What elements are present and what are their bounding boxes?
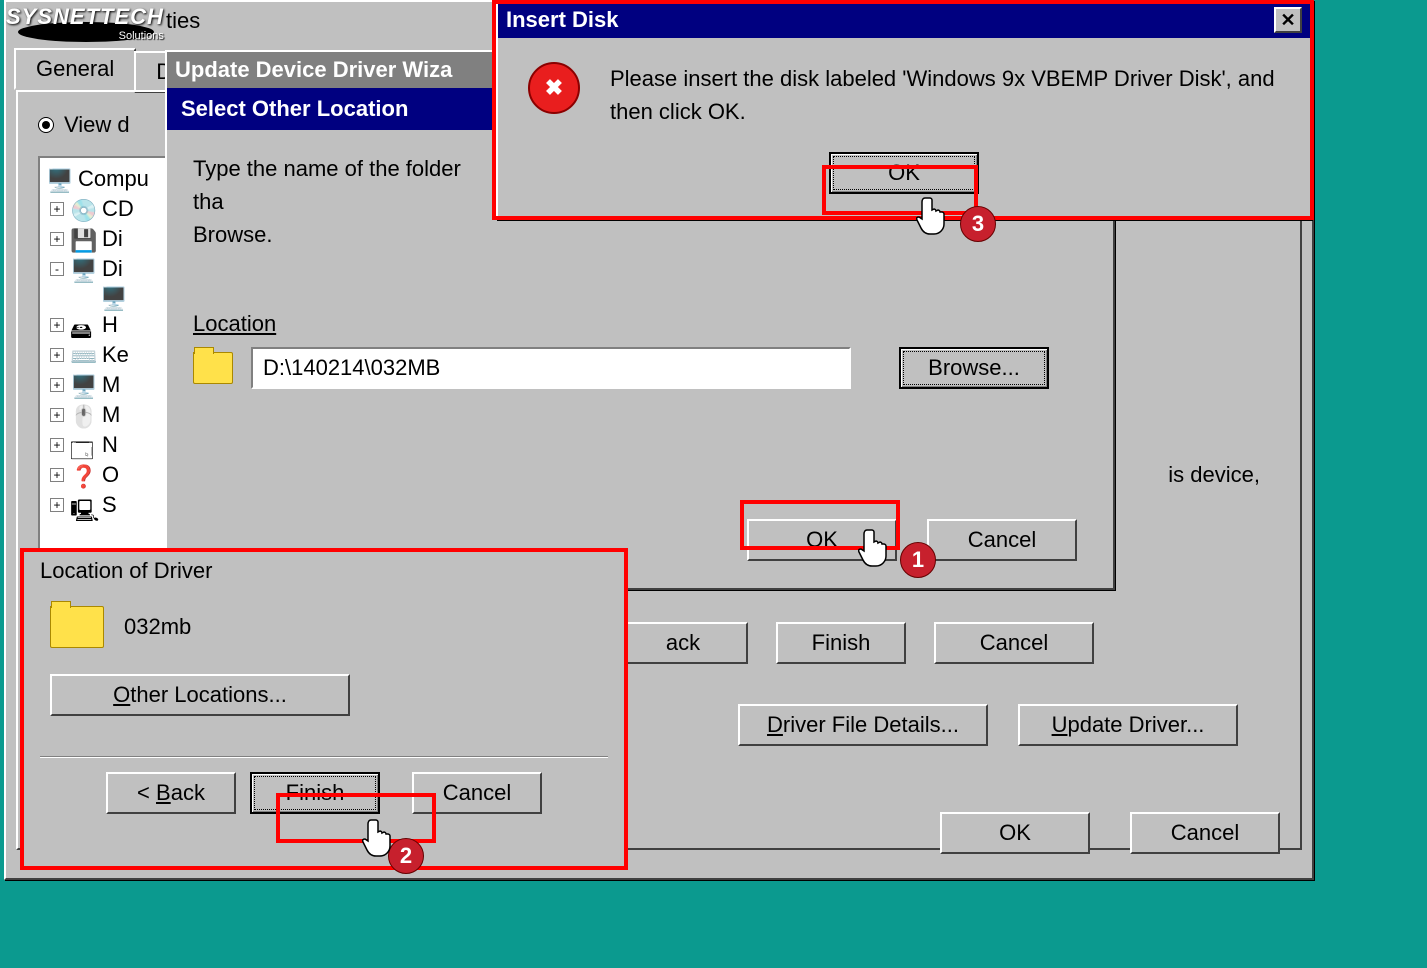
tree-label[interactable]: Ke bbox=[102, 342, 129, 368]
annotation-badge-3: 3 bbox=[960, 206, 996, 242]
insert-disk-ok-button[interactable]: OK bbox=[829, 152, 979, 194]
driver-finish-button[interactable]: Finish bbox=[250, 772, 380, 814]
tree-label[interactable]: N bbox=[102, 432, 118, 458]
display-icon: 🖥️ bbox=[70, 374, 96, 396]
cd-icon: 💿 bbox=[70, 198, 96, 220]
back-button-bg[interactable]: ack bbox=[618, 622, 748, 664]
view-radio[interactable] bbox=[38, 117, 54, 133]
expand-icon[interactable]: + bbox=[50, 378, 64, 392]
tree-label[interactable]: CD bbox=[102, 196, 134, 222]
sys-icon: 🖳 bbox=[70, 494, 96, 516]
device-tree[interactable]: 🖥️Compu +💿CD+💾Di-🖥️Di🖥️+🖴H+⌨️Ke+🖥️M+🖱️M+… bbox=[38, 156, 168, 556]
driver-file-details-button[interactable]: Driver File Details... bbox=[738, 704, 988, 746]
location-label: Location bbox=[193, 311, 276, 336]
driver-location-panel: Location of Driver 032mb Other Locations… bbox=[22, 548, 626, 868]
insert-disk-message: Please insert the disk labeled 'Windows … bbox=[610, 62, 1280, 128]
tree-label[interactable]: M bbox=[102, 372, 120, 398]
driver-folder-name: 032mb bbox=[124, 614, 191, 640]
properties-cancel-button[interactable]: Cancel bbox=[1130, 812, 1280, 854]
hdd-icon: 🖴 bbox=[70, 314, 96, 336]
mouse-icon: 🖱️ bbox=[70, 404, 96, 426]
folder-icon bbox=[50, 606, 104, 648]
expand-icon[interactable]: + bbox=[50, 202, 64, 216]
properties-ok-button[interactable]: OK bbox=[940, 812, 1090, 854]
browse-button[interactable]: Browse... bbox=[899, 347, 1049, 389]
wizard-ok-button[interactable]: OK bbox=[747, 519, 897, 561]
expand-icon[interactable]: + bbox=[50, 408, 64, 422]
location-input[interactable] bbox=[251, 347, 851, 389]
expand-icon[interactable]: + bbox=[50, 348, 64, 362]
expand-icon[interactable]: + bbox=[50, 468, 64, 482]
other-locations-button[interactable]: Other Locations... bbox=[50, 674, 350, 716]
kbd-icon: ⌨️ bbox=[70, 344, 96, 366]
wizard-cancel-button[interactable]: Cancel bbox=[927, 519, 1077, 561]
view-label: View d bbox=[64, 112, 130, 138]
tree-label[interactable]: Di bbox=[102, 256, 123, 282]
error-icon: ✖ bbox=[528, 62, 580, 114]
tree-label[interactable]: M bbox=[102, 402, 120, 428]
net-icon: 🗔 bbox=[70, 434, 96, 456]
driver-back-button[interactable]: < Back bbox=[106, 772, 236, 814]
tab-general[interactable]: General bbox=[14, 48, 136, 90]
driver-location-title: Location of Driver bbox=[40, 558, 608, 584]
tree-label[interactable]: Di bbox=[102, 226, 123, 252]
update-driver-button[interactable]: Update Driver... bbox=[1018, 704, 1238, 746]
disk-icon: 💾 bbox=[70, 228, 96, 250]
device-text: is device, bbox=[1168, 462, 1260, 488]
annotation-badge-1: 1 bbox=[900, 542, 936, 578]
expand-icon[interactable]: + bbox=[50, 498, 64, 512]
insert-disk-titlebar[interactable]: Insert Disk ✕ bbox=[498, 2, 1310, 38]
close-icon[interactable]: ✕ bbox=[1274, 7, 1302, 33]
driver-cancel-button[interactable]: Cancel bbox=[412, 772, 542, 814]
tree-label[interactable]: S bbox=[102, 492, 117, 518]
tree-label[interactable]: H bbox=[102, 312, 118, 338]
finish-button-bg[interactable]: Finish bbox=[776, 622, 906, 664]
expand-icon[interactable]: - bbox=[50, 262, 64, 276]
tree-label[interactable]: O bbox=[102, 462, 119, 488]
display-icon: 🖥️ bbox=[100, 286, 126, 308]
help-icon: ❓ bbox=[70, 464, 96, 486]
insert-disk-dialog: Insert Disk ✕ ✖ Please insert the disk l… bbox=[496, 0, 1312, 220]
cancel-button-bg[interactable]: Cancel bbox=[934, 622, 1094, 664]
expand-icon[interactable]: + bbox=[50, 318, 64, 332]
folder-icon bbox=[193, 352, 233, 384]
wizard-instruction: Type the name of the folder thaBrowse. bbox=[193, 152, 493, 251]
expand-icon[interactable]: + bbox=[50, 438, 64, 452]
expand-icon[interactable]: + bbox=[50, 232, 64, 246]
watermark-logo: SYSNETTECH Solutions bbox=[6, 4, 164, 42]
computer-icon: 🖥️ bbox=[46, 168, 72, 190]
display-icon: 🖥️ bbox=[70, 258, 96, 280]
annotation-badge-2: 2 bbox=[388, 838, 424, 874]
